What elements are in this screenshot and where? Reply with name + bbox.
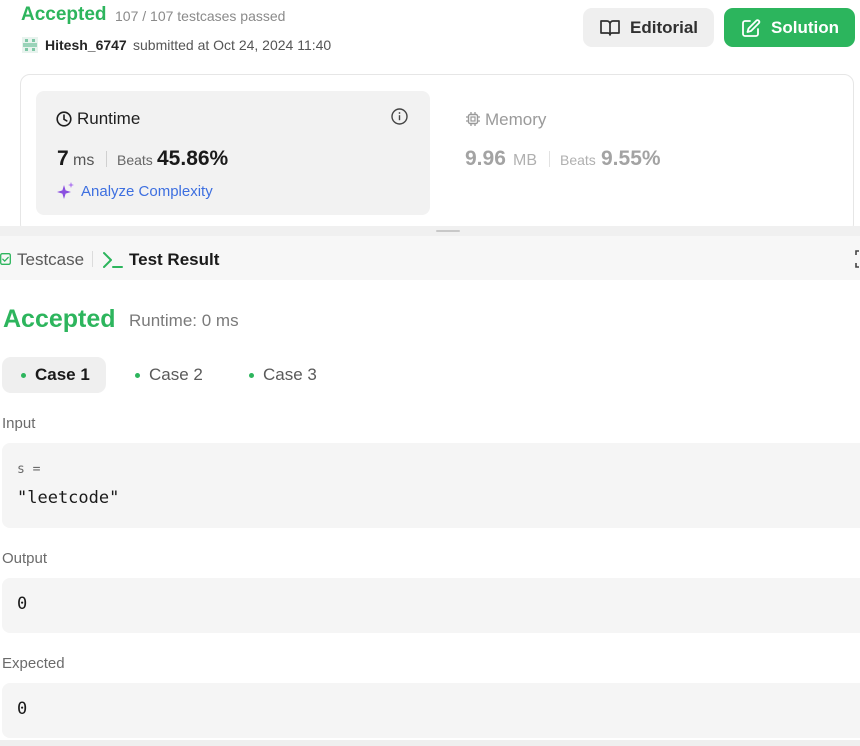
sparkle-icon [57, 182, 74, 199]
tab-testcase[interactable]: Testcase [17, 250, 84, 270]
memory-unit: MB [513, 152, 537, 169]
analyze-complexity-link[interactable]: Analyze Complexity [81, 183, 213, 200]
clock-icon [56, 111, 72, 127]
drag-handle[interactable] [436, 230, 460, 232]
memory-value: 9.96 [465, 147, 506, 170]
case-tab-label: Case 2 [149, 365, 203, 384]
output-value: 0 [17, 594, 28, 614]
terminal-icon [103, 252, 123, 268]
info-icon[interactable] [391, 108, 408, 125]
case-tab-1[interactable]: Case 1 [2, 357, 106, 393]
runtime-beats-value: 45.86% [157, 147, 229, 170]
pass-dot-icon [135, 372, 140, 378]
memory-beats-label: Beats [560, 152, 596, 168]
output-label: Output [2, 550, 48, 567]
expected-label: Expected [2, 655, 65, 672]
avatar-icon[interactable] [22, 37, 38, 53]
user-name[interactable]: Hitesh_6747 [45, 37, 127, 53]
chip-icon [466, 112, 480, 126]
case-tab-label: Case 1 [35, 365, 90, 384]
submitted-at: submitted at Oct 24, 2024 11:40 [133, 37, 332, 53]
case-tab-3[interactable]: Case 3 [230, 357, 330, 393]
input-value: "leetcode" [17, 488, 120, 508]
pass-dot-icon [21, 372, 26, 378]
expected-value: 0 [17, 699, 28, 719]
tab-test-result[interactable]: Test Result [129, 250, 219, 270]
result-runtime: Runtime: 0 ms [129, 311, 239, 330]
result-status: Accepted [3, 305, 116, 333]
runtime-unit: ms [73, 152, 95, 169]
bottom-strip [0, 740, 860, 746]
input-label: Input [2, 415, 36, 432]
memory-beats-value: 9.55% [601, 147, 661, 170]
testcases-passed: 107 / 107 testcases passed [115, 8, 286, 24]
tab-separator [92, 251, 93, 267]
runtime-separator [106, 151, 107, 167]
input-box[interactable] [2, 443, 860, 528]
input-var-name: s = [17, 462, 41, 477]
expand-icon[interactable] [855, 250, 860, 268]
editorial-button[interactable]: Editorial [583, 8, 714, 47]
runtime-value: 7 [57, 147, 69, 170]
case-tab-2[interactable]: Case 2 [116, 357, 216, 393]
output-box[interactable] [2, 578, 860, 633]
panel-resize-bar[interactable] [0, 226, 860, 236]
memory-label[interactable]: Memory [485, 110, 546, 130]
solution-label: Solution [771, 17, 839, 37]
pass-dot-icon [249, 372, 254, 378]
runtime-label: Runtime [77, 109, 141, 128]
case-tab-label: Case 3 [263, 365, 317, 384]
checkbox-icon [0, 253, 11, 265]
runtime-beats-label: Beats [117, 152, 153, 168]
memory-separator [549, 151, 550, 167]
solution-button[interactable]: Solution [724, 8, 855, 47]
book-icon [600, 19, 620, 36]
edit-icon [742, 18, 761, 37]
expected-box[interactable] [2, 683, 860, 738]
editorial-label: Editorial [630, 17, 699, 37]
submission-status: Accepted [21, 4, 107, 25]
